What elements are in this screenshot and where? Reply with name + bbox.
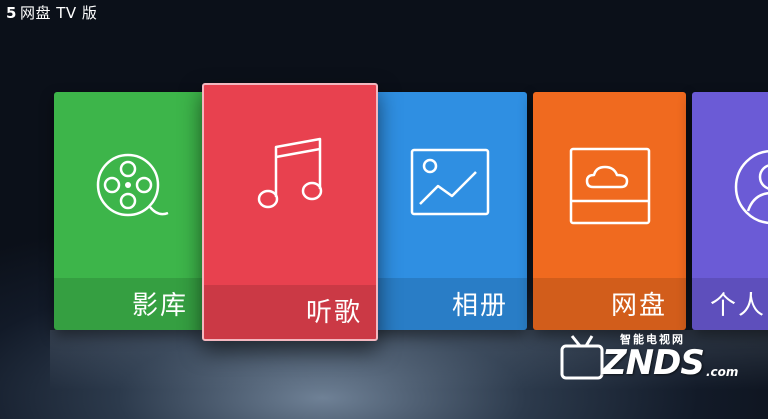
znds-watermark: 智能电视网 ZNDS .com xyxy=(558,322,763,392)
watermark-suffix: .com xyxy=(706,365,739,379)
tile-label: 个人 xyxy=(710,291,767,321)
app-title-text: 网盘 TV 版 xyxy=(19,4,98,22)
tile-cloud-drive[interactable]: 网盘 xyxy=(533,92,686,330)
cloud-drive-icon xyxy=(569,147,651,225)
user-avatar-icon xyxy=(734,149,768,225)
tile-label: 网盘 xyxy=(611,291,668,321)
tile-personal[interactable]: 个人 xyxy=(692,92,768,330)
tile-label: 相册 xyxy=(452,291,509,321)
tile-music[interactable]: 听歌 xyxy=(202,83,378,341)
app-title: 5 网盘 TV 版 xyxy=(6,2,97,23)
tile-label: 影库 xyxy=(132,291,189,321)
tile-photo-album[interactable]: 相册 xyxy=(370,92,527,330)
tile-film-library[interactable]: 影库 xyxy=(54,92,206,330)
watermark-brand: ZNDS xyxy=(602,343,705,383)
app-logo-icon: 5 xyxy=(6,3,17,22)
music-note-icon xyxy=(257,137,323,209)
tile-label: 听歌 xyxy=(306,298,363,328)
film-reel-icon xyxy=(96,153,169,217)
image-icon xyxy=(410,148,490,216)
